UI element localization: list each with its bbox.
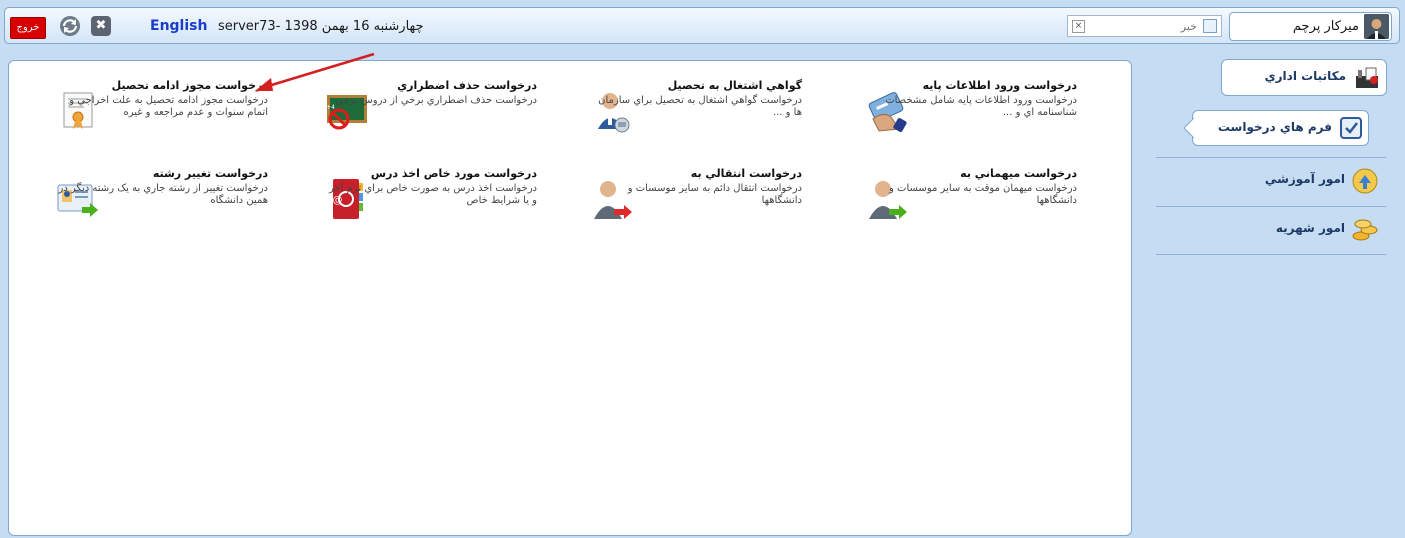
news-search-box: × (1067, 15, 1222, 37)
user-box[interactable]: میرکار پرچم (1229, 12, 1392, 41)
date-server-text: چهارشنبه 16 بهمن 1398 -server73 (218, 19, 424, 34)
avatar (1364, 14, 1389, 39)
card-description: درخواست حذف اضطراري برخي از دروس ترمي (335, 95, 537, 106)
card-description: درخواست تغيير از رشته جاري به يک رشته دي… (58, 183, 268, 206)
close-icon[interactable]: ✖ (91, 16, 111, 36)
sidebar-item-education[interactable]: امور آموزشي (1240, 165, 1385, 199)
tuition-coins-icon (1352, 219, 1378, 241)
card-change-major[interactable]: درخواست تغيير رشته درخواست تغيير از رشته… (55, 167, 310, 247)
exit-button[interactable]: خروج (10, 17, 46, 39)
card-transfer-request[interactable]: درخواست انتقالي به درخواست انتقال دائم ب… (589, 167, 844, 247)
card-description: درخواست مجوز ادامه تحصيل به علت اخراجي و… (69, 95, 268, 118)
news-search-input[interactable] (1095, 19, 1199, 34)
user-name: میرکار پرچم (1292, 19, 1359, 34)
sidebar-item-label: فرم هاي درخواست (1217, 120, 1332, 134)
card-special-course-request[interactable]: @ درخواست مورد خاص اخذ درس درخواست اخذ د… (324, 167, 579, 247)
card-description: درخواست گواهي اشتغال به تحصيل براي سازما… (598, 95, 802, 118)
main-panel: درخواست ورود اطلاعات پایه درخواست ورود ا… (8, 52, 1132, 536)
annotation-arrow (255, 52, 375, 91)
card-title: درخواست مورد خاص اخذ درس (370, 167, 537, 180)
card-description: درخواست اخذ درس به صورت خاص براي ترم آخر… (329, 183, 537, 206)
card-title: درخواست مجوز ادامه تحصيل (111, 79, 268, 92)
card-title: درخواست انتقالي به (690, 167, 802, 180)
language-link[interactable]: English (150, 18, 207, 34)
card-title: درخواست ورود اطلاعات پایه (922, 79, 1077, 92)
sidebar-item-label: امور آموزشي (1264, 172, 1345, 186)
card-guest-request[interactable]: درخواست ميهماني به درخواست ميهمان موقت ب… (864, 167, 1119, 247)
card-description: درخواست ورود اطلاعات پایه شامل مشخصات شن… (885, 95, 1077, 118)
top-bar: خروج ✖ English چهارشنبه 16 بهمن 1398 -se… (4, 7, 1400, 44)
card-description: درخواست ميهمان موقت به ساير موسسات و دان… (889, 183, 1077, 206)
card-description: درخواست انتقال دائم به ساير موسسات و دان… (627, 183, 802, 206)
sidebar-divider (1156, 206, 1386, 207)
sidebar-divider (1156, 157, 1386, 158)
card-title: گواهي اشتغال به تحصيل (667, 79, 802, 92)
card-title: درخواست ميهماني به (960, 167, 1077, 180)
sidebar-item-request-forms[interactable]: فرم هاي درخواست (1192, 110, 1369, 146)
request-form-icon (1340, 117, 1362, 139)
office-letters-icon (1356, 67, 1378, 88)
sidebar-divider (1156, 254, 1386, 255)
education-icon (1352, 168, 1378, 194)
submenu-pointer (1184, 118, 1194, 138)
sidebar-item-office-letters[interactable]: مکاتبات اداري (1221, 59, 1387, 96)
refresh-icon[interactable] (59, 15, 81, 37)
sidebar-item-label: مکاتبات اداري (1264, 69, 1346, 83)
news-icon[interactable] (1203, 19, 1217, 33)
search-clear-icon[interactable]: × (1072, 20, 1085, 33)
sidebar-item-label: امور شهريه (1275, 221, 1345, 235)
card-basic-info-request[interactable]: درخواست ورود اطلاعات پایه درخواست ورود ا… (864, 79, 1119, 159)
sidebar-item-tuition[interactable]: امور شهريه (1240, 214, 1385, 248)
card-employment-certificate[interactable]: گواهي اشتغال به تحصيل درخواست گواهي اشتغ… (589, 79, 844, 159)
card-title: درخواست تغيير رشته (152, 167, 268, 180)
